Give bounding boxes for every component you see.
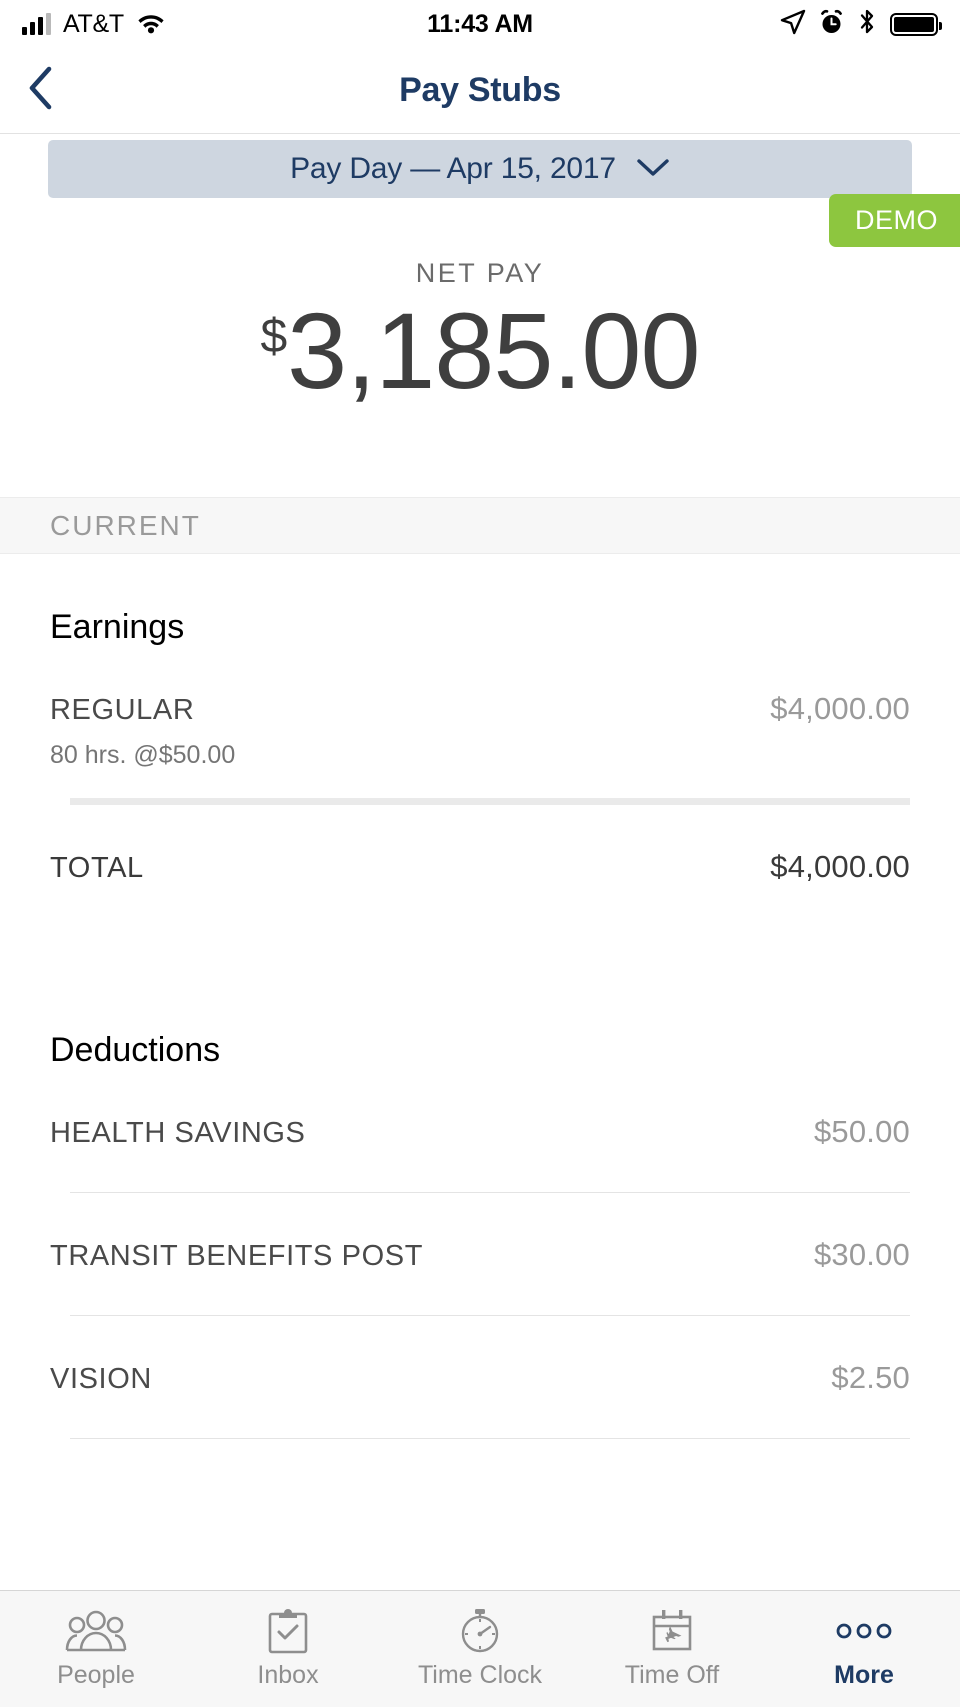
deduction-row-label: TRANSIT BENEFITS POST — [50, 1240, 424, 1272]
deductions-title: Deductions — [50, 1031, 221, 1069]
section-header-current: CURRENT — [0, 497, 960, 554]
net-pay-label: NET PAY — [415, 258, 545, 288]
earnings-total-row: TOTAL $4,000.00 — [50, 805, 910, 885]
clipboard-check-icon — [266, 1608, 310, 1654]
deduction-row[interactable]: VISION $2.50 — [50, 1316, 910, 1396]
app-screen: AT&T 11:43 AM Pay Stubs Pay Day — Apr 15… — [0, 0, 960, 1707]
pay-day-selector[interactable]: Pay Day — Apr 15, 2017 — [48, 140, 912, 198]
tab-time-off[interactable]: Time Off — [576, 1591, 768, 1707]
section-header-label: CURRENT — [50, 509, 201, 541]
tab-people[interactable]: People — [0, 1591, 192, 1707]
calendar-airplane-icon — [649, 1608, 695, 1654]
chevron-down-icon — [636, 157, 670, 182]
net-pay-currency: $ — [260, 310, 288, 363]
people-group-icon — [65, 1608, 127, 1654]
bluetooth-icon — [857, 8, 877, 40]
tab-time-clock-label: Time Clock — [417, 1661, 543, 1689]
earnings-row[interactable]: REGULAR $4,000.00 — [50, 647, 910, 727]
page-title: Pay Stubs — [399, 71, 561, 109]
deduction-row-amount: $50.00 — [813, 1114, 910, 1149]
tab-time-off-label: Time Off — [624, 1661, 720, 1689]
earnings-total-divider — [70, 798, 910, 805]
battery-icon — [890, 12, 942, 36]
pay-stub-content: Pay Day — Apr 15, 2017 DEMO NET PAY $ 3,… — [0, 134, 960, 1590]
three-dots-icon — [833, 1608, 895, 1654]
tab-inbox[interactable]: Inbox — [192, 1591, 384, 1707]
location-arrow-icon — [780, 9, 806, 40]
deduction-row-amount: $2.50 — [831, 1360, 910, 1395]
status-bar: AT&T 11:43 AM — [0, 0, 960, 48]
deduction-row[interactable]: TRANSIT BENEFITS POST $30.00 — [50, 1193, 910, 1273]
deduction-row-label: HEALTH SAVINGS — [50, 1117, 306, 1149]
net-pay-value: 3,185.00 — [287, 290, 700, 411]
tab-more[interactable]: More — [768, 1591, 960, 1707]
earnings-total-label: TOTAL — [50, 852, 144, 884]
earnings-row-label: REGULAR — [50, 694, 195, 726]
deduction-divider — [70, 1438, 910, 1439]
earnings-title: Earnings — [50, 608, 185, 646]
tab-time-clock[interactable]: Time Clock — [384, 1591, 576, 1707]
earnings-row-detail: 80 hrs. @$50.00 — [50, 741, 236, 769]
navigation-bar: Pay Stubs — [0, 48, 960, 134]
alarm-clock-icon — [819, 9, 844, 40]
stopwatch-icon — [456, 1608, 504, 1654]
earnings-row-amount: $4,000.00 — [770, 691, 910, 726]
net-pay-block: NET PAY $ 3,185.00 — [0, 258, 960, 405]
tab-more-label: More — [834, 1661, 894, 1689]
tab-bar: People Inbox Time Clock Time Off More — [0, 1590, 960, 1707]
demo-badge: DEMO — [829, 194, 960, 247]
deduction-row-amount: $30.00 — [813, 1237, 910, 1272]
earnings-total-amount: $4,000.00 — [770, 849, 910, 884]
earnings-group: Earnings REGULAR $4,000.00 80 hrs. @$50.… — [0, 554, 960, 885]
tab-people-label: People — [57, 1661, 135, 1689]
status-bar-right — [780, 8, 942, 40]
deduction-row[interactable]: HEALTH SAVINGS $50.00 — [50, 1070, 910, 1150]
tab-inbox-label: Inbox — [257, 1661, 319, 1689]
deduction-row-label: VISION — [50, 1363, 152, 1395]
net-pay-amount: $ 3,185.00 — [0, 297, 960, 405]
deductions-group: Deductions HEALTH SAVINGS $50.00 TRANSIT… — [0, 977, 960, 1439]
pay-day-label: Pay Day — Apr 15, 2017 — [290, 152, 616, 185]
